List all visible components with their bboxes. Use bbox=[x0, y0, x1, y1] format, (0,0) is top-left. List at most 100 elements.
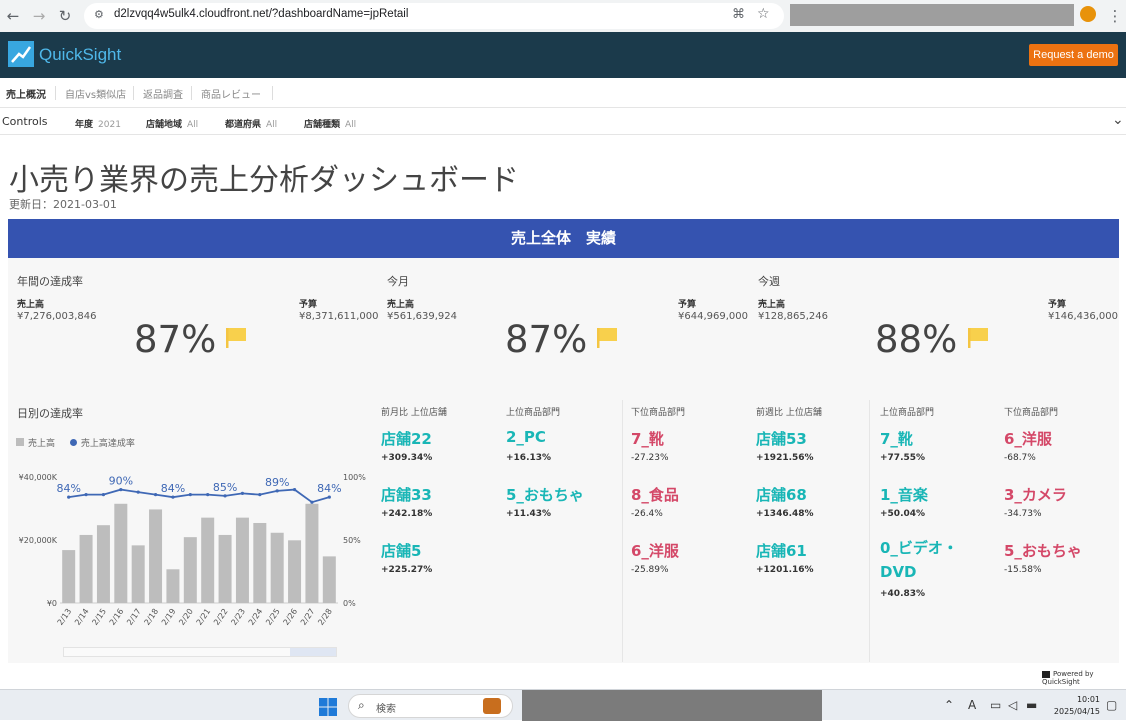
tab-divider bbox=[272, 86, 273, 100]
list-item-name[interactable]: 店舗61 bbox=[756, 540, 807, 561]
section-banner: 売上全体 実績 bbox=[8, 219, 1119, 258]
list-item-name[interactable]: 店舗68 bbox=[756, 484, 807, 505]
list-item-delta: -15.58% bbox=[1004, 565, 1042, 575]
quicksight-logo-icon bbox=[8, 41, 34, 67]
controls-title[interactable]: Controls bbox=[2, 115, 48, 128]
forward-icon[interactable]: → bbox=[30, 7, 48, 25]
back-icon[interactable]: ← bbox=[4, 7, 22, 25]
tab-product-reviews[interactable]: 商品レビュー bbox=[201, 86, 261, 101]
list-item-name[interactable]: 3_カメラ bbox=[1004, 484, 1067, 505]
tab-divider bbox=[133, 86, 134, 100]
kpi-month-title: 今月 bbox=[387, 275, 409, 288]
site-info-icon[interactable]: ⚙ bbox=[94, 8, 104, 21]
list-item-delta: +16.13% bbox=[506, 453, 552, 463]
os-taskbar: ⌕ 検索 ⌃ A ▭ ◁ ▬ 10:01 2025/04/15 ▢ bbox=[0, 689, 1126, 721]
control-store-type[interactable]: 店舗種類 All bbox=[304, 117, 356, 130]
sheet-tabs: 売上概況 自店vs類似店 返品調査 商品レビュー bbox=[0, 78, 1126, 108]
list-item-name[interactable]: 7_靴 bbox=[631, 428, 664, 449]
app-logo-text: QuickSight bbox=[39, 45, 122, 64]
list-item-name[interactable]: 店舗33 bbox=[381, 484, 432, 505]
list-item-name[interactable]: 7_靴 bbox=[880, 428, 913, 449]
kpi-budget-label: 予算 bbox=[678, 300, 697, 310]
flag-icon bbox=[597, 328, 617, 348]
menu-kebab-icon[interactable]: ⋮ bbox=[1106, 7, 1124, 25]
dashboard-title: 小売り業界の売上分析ダッシュボード bbox=[9, 163, 519, 198]
control-value: 2021 bbox=[98, 120, 121, 130]
control-region[interactable]: 店舗地域 All bbox=[146, 117, 198, 130]
chevron-up-icon[interactable]: ⌃ bbox=[944, 698, 954, 712]
list-item-delta: +77.55% bbox=[880, 453, 926, 463]
translate-icon[interactable]: ⌘ bbox=[732, 7, 745, 22]
list-item-delta: +50.04% bbox=[880, 509, 926, 519]
list-item-name[interactable]: 店舗22 bbox=[381, 428, 432, 449]
list-item-delta: +1921.56% bbox=[756, 453, 814, 463]
control-year[interactable]: 年度 2021 bbox=[75, 117, 121, 130]
battery-icon[interactable]: ▬ bbox=[1026, 698, 1037, 712]
list-item-delta: +225.27% bbox=[381, 565, 433, 575]
kpi-sales-value: ¥128,865,246 bbox=[758, 311, 828, 322]
windows-start-icon[interactable] bbox=[319, 698, 337, 716]
quicksight-mini-icon bbox=[1042, 670, 1050, 678]
list-item-name[interactable]: 2_PC bbox=[506, 428, 546, 446]
search-placeholder: 検索 bbox=[376, 704, 396, 715]
list-item-name[interactable]: 5_おもちゃ bbox=[506, 484, 584, 505]
control-label: 都道府県 bbox=[225, 120, 262, 130]
notification-icon[interactable]: ▢ bbox=[1106, 698, 1117, 712]
list-item-name[interactable]: 6_洋服 bbox=[1004, 428, 1052, 449]
list-item-name[interactable]: 店舗5 bbox=[381, 540, 421, 561]
control-label: 店舗種類 bbox=[304, 120, 341, 130]
list-item-delta: -26.4% bbox=[631, 509, 663, 519]
tab-sales-overview[interactable]: 売上概況 bbox=[6, 86, 46, 101]
chart-legend: 売上高 売上高達成率 bbox=[16, 436, 135, 449]
tab-vs-similar-store[interactable]: 自店vs類似店 bbox=[65, 86, 126, 101]
redacted-area bbox=[790, 4, 1074, 26]
list-item-name[interactable]: 1_音楽 bbox=[880, 484, 928, 505]
system-clock[interactable]: 10:01 2025/04/15 bbox=[1050, 694, 1100, 718]
address-bar[interactable]: ⚙ d2lzvqq4w5ulk4.cloudfront.net/?dashboa… bbox=[84, 3, 784, 29]
control-value: All bbox=[187, 120, 199, 130]
ime-icon[interactable]: A bbox=[968, 698, 976, 712]
chevron-down-icon[interactable]: ⌄ bbox=[1112, 112, 1124, 128]
clock-time: 10:01 bbox=[1076, 695, 1100, 704]
list-item-name[interactable]: 8_食品 bbox=[631, 484, 679, 505]
kpi-week-title: 今週 bbox=[758, 275, 780, 288]
taskbar-search[interactable]: ⌕ 検索 bbox=[348, 694, 513, 718]
bookmark-star-icon[interactable]: ☆ bbox=[757, 6, 770, 22]
chart-scrollbar[interactable] bbox=[63, 647, 337, 657]
tab-divider bbox=[191, 86, 192, 100]
legend-rate-label: 売上高達成率 bbox=[80, 439, 135, 449]
browser-toolbar: ← → ↻ ⚙ d2lzvqq4w5ulk4.cloudfront.net/?d… bbox=[0, 0, 1126, 32]
list-item-delta: +242.18% bbox=[381, 509, 433, 519]
flag-icon bbox=[226, 328, 246, 348]
tab-returns[interactable]: 返品調査 bbox=[143, 86, 183, 101]
legend-swatch-rate bbox=[69, 439, 77, 446]
scrollbar-thumb[interactable] bbox=[290, 648, 336, 656]
flag-icon bbox=[968, 328, 988, 348]
list-item-name[interactable]: 店舗53 bbox=[756, 428, 807, 449]
updated-date: 更新日：2021-03-01 bbox=[9, 198, 117, 211]
network-icon[interactable]: ▭ bbox=[990, 698, 1001, 712]
list-item-name[interactable]: 0_ビデオ・ DVD bbox=[880, 536, 958, 584]
volume-icon[interactable]: ◁ bbox=[1008, 698, 1017, 712]
kpi-budget-value: ¥146,436,000 bbox=[1048, 311, 1118, 322]
kpi-achievement-percent: 87% bbox=[134, 318, 217, 361]
clock-date: 2025/04/15 bbox=[1053, 707, 1100, 716]
kpi-achievement-percent: 88% bbox=[875, 318, 958, 361]
reload-icon[interactable]: ↻ bbox=[56, 7, 74, 25]
search-icon: ⌕ bbox=[358, 698, 365, 712]
control-prefecture[interactable]: 都道府県 All bbox=[225, 117, 277, 130]
tab-divider bbox=[55, 86, 56, 100]
request-demo-button[interactable]: Request a demo bbox=[1029, 44, 1118, 66]
briefcase-icon[interactable] bbox=[483, 698, 501, 714]
list-item-delta: +1201.16% bbox=[756, 565, 814, 575]
profile-avatar[interactable] bbox=[1080, 6, 1096, 22]
list-item-name[interactable]: 5_おもちゃ bbox=[1004, 540, 1082, 561]
kpi-budget-label: 予算 bbox=[299, 300, 318, 310]
list-item-delta: -25.89% bbox=[631, 565, 669, 575]
list-header: 下位商品部門 bbox=[1004, 408, 1059, 418]
list-item-name[interactable]: 6_洋服 bbox=[631, 540, 679, 561]
powered-by-quicksight: Powered by QuickSight bbox=[1042, 670, 1126, 686]
app-header: QuickSight Request a demo bbox=[0, 32, 1126, 78]
kpi-budget-label: 予算 bbox=[1048, 300, 1067, 310]
control-value: All bbox=[266, 120, 278, 130]
